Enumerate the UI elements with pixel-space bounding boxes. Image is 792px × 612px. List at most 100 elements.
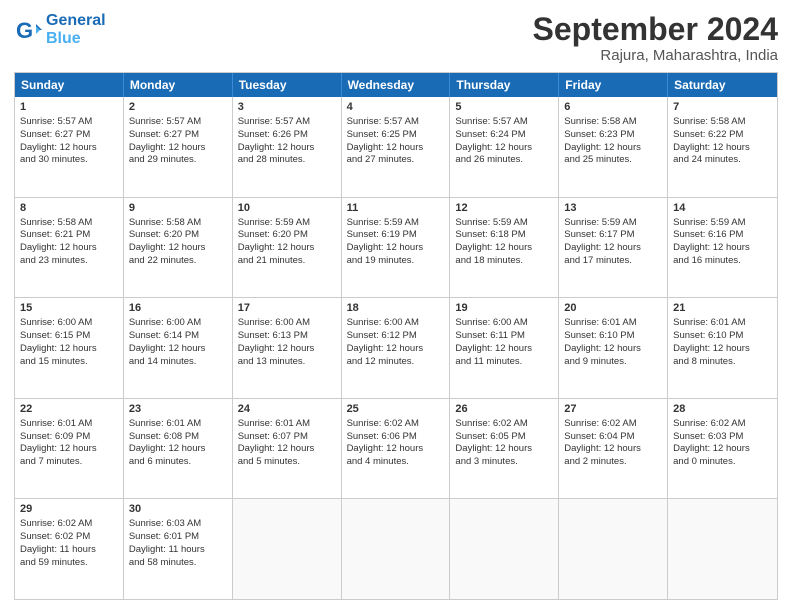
day-cell-14: 14Sunrise: 5:59 AMSunset: 6:16 PMDayligh…	[668, 198, 777, 298]
calendar-week-2: 8Sunrise: 5:58 AMSunset: 6:21 PMDaylight…	[15, 198, 777, 299]
day-info-line: Sunset: 6:27 PM	[129, 129, 227, 142]
header-day-thursday: Thursday	[450, 73, 559, 97]
day-info-line: Daylight: 12 hours	[347, 142, 445, 155]
day-info-line: Sunrise: 5:59 AM	[455, 217, 553, 230]
day-number: 4	[347, 100, 445, 115]
day-info-line: Sunrise: 5:59 AM	[564, 217, 662, 230]
day-info-line: and 16 minutes.	[673, 255, 772, 268]
day-number: 21	[673, 301, 772, 316]
day-number: 2	[129, 100, 227, 115]
day-info-line: Daylight: 12 hours	[20, 443, 118, 456]
day-info-line: and 58 minutes.	[129, 557, 227, 570]
day-info-line: Sunset: 6:26 PM	[238, 129, 336, 142]
day-info-line: Daylight: 12 hours	[455, 242, 553, 255]
day-number: 6	[564, 100, 662, 115]
day-number: 18	[347, 301, 445, 316]
day-cell-2: 2Sunrise: 5:57 AMSunset: 6:27 PMDaylight…	[124, 97, 233, 197]
day-number: 15	[20, 301, 118, 316]
day-cell-7: 7Sunrise: 5:58 AMSunset: 6:22 PMDaylight…	[668, 97, 777, 197]
day-info-line: Sunrise: 6:00 AM	[347, 317, 445, 330]
day-info-line: and 0 minutes.	[673, 456, 772, 469]
day-info-line: and 30 minutes.	[20, 154, 118, 167]
day-cell-9: 9Sunrise: 5:58 AMSunset: 6:20 PMDaylight…	[124, 198, 233, 298]
day-info-line: Sunset: 6:10 PM	[564, 330, 662, 343]
title-block: September 2024 Rajura, Maharashtra, Indi…	[533, 12, 778, 64]
day-info-line: Daylight: 12 hours	[129, 242, 227, 255]
day-info-line: Sunrise: 6:02 AM	[347, 418, 445, 431]
header-day-tuesday: Tuesday	[233, 73, 342, 97]
day-info-line: Sunset: 6:13 PM	[238, 330, 336, 343]
day-info-line: Sunrise: 5:57 AM	[129, 116, 227, 129]
empty-cell	[668, 499, 777, 599]
day-info-line: and 5 minutes.	[238, 456, 336, 469]
day-info-line: Sunrise: 6:01 AM	[238, 418, 336, 431]
day-info-line: Sunrise: 5:59 AM	[347, 217, 445, 230]
day-info-line: Daylight: 12 hours	[238, 443, 336, 456]
day-number: 22	[20, 402, 118, 417]
day-info-line: and 28 minutes.	[238, 154, 336, 167]
header-day-friday: Friday	[559, 73, 668, 97]
page-subtitle: Rajura, Maharashtra, India	[533, 47, 778, 64]
day-number: 3	[238, 100, 336, 115]
day-number: 28	[673, 402, 772, 417]
logo-text: General Blue	[46, 12, 106, 49]
day-info-line: Sunrise: 5:59 AM	[238, 217, 336, 230]
day-info-line: and 3 minutes.	[455, 456, 553, 469]
day-cell-13: 13Sunrise: 5:59 AMSunset: 6:17 PMDayligh…	[559, 198, 668, 298]
empty-cell	[450, 499, 559, 599]
day-cell-1: 1Sunrise: 5:57 AMSunset: 6:27 PMDaylight…	[15, 97, 124, 197]
day-number: 24	[238, 402, 336, 417]
day-info-line: Sunrise: 5:58 AM	[20, 217, 118, 230]
day-info-line: and 13 minutes.	[238, 356, 336, 369]
day-info-line: and 19 minutes.	[347, 255, 445, 268]
day-number: 17	[238, 301, 336, 316]
day-info-line: Sunset: 6:15 PM	[20, 330, 118, 343]
day-cell-20: 20Sunrise: 6:01 AMSunset: 6:10 PMDayligh…	[559, 298, 668, 398]
day-number: 14	[673, 201, 772, 216]
calendar-week-4: 22Sunrise: 6:01 AMSunset: 6:09 PMDayligh…	[15, 399, 777, 500]
day-info-line: Daylight: 12 hours	[673, 443, 772, 456]
svg-text:G: G	[16, 18, 33, 43]
day-cell-4: 4Sunrise: 5:57 AMSunset: 6:25 PMDaylight…	[342, 97, 451, 197]
day-number: 29	[20, 502, 118, 517]
empty-cell	[342, 499, 451, 599]
day-info-line: Sunrise: 6:00 AM	[455, 317, 553, 330]
day-number: 8	[20, 201, 118, 216]
day-cell-26: 26Sunrise: 6:02 AMSunset: 6:05 PMDayligh…	[450, 399, 559, 499]
day-cell-25: 25Sunrise: 6:02 AMSunset: 6:06 PMDayligh…	[342, 399, 451, 499]
calendar-week-5: 29Sunrise: 6:02 AMSunset: 6:02 PMDayligh…	[15, 499, 777, 599]
day-info-line: Sunrise: 6:02 AM	[455, 418, 553, 431]
day-info-line: Sunset: 6:27 PM	[20, 129, 118, 142]
day-info-line: Sunrise: 6:00 AM	[20, 317, 118, 330]
logo-general: General	[46, 12, 106, 29]
day-info-line: Sunset: 6:09 PM	[20, 431, 118, 444]
day-info-line: and 18 minutes.	[455, 255, 553, 268]
day-info-line: and 22 minutes.	[129, 255, 227, 268]
page-title: September 2024	[533, 12, 778, 47]
day-info-line: Sunset: 6:16 PM	[673, 229, 772, 242]
empty-cell	[233, 499, 342, 599]
day-info-line: Sunrise: 6:01 AM	[129, 418, 227, 431]
day-info-line: and 26 minutes.	[455, 154, 553, 167]
day-info-line: Daylight: 12 hours	[564, 443, 662, 456]
day-info-line: Sunrise: 6:03 AM	[129, 518, 227, 531]
day-info-line: Sunset: 6:25 PM	[347, 129, 445, 142]
day-cell-8: 8Sunrise: 5:58 AMSunset: 6:21 PMDaylight…	[15, 198, 124, 298]
day-info-line: Sunset: 6:20 PM	[238, 229, 336, 242]
day-info-line: Daylight: 12 hours	[564, 343, 662, 356]
day-info-line: Sunrise: 6:02 AM	[564, 418, 662, 431]
header: G General Blue September 2024 Rajura, Ma…	[14, 12, 778, 64]
logo-blue: Blue	[46, 30, 106, 48]
day-info-line: Daylight: 12 hours	[20, 242, 118, 255]
logo: G General Blue	[14, 12, 106, 49]
header-day-wednesday: Wednesday	[342, 73, 451, 97]
day-info-line: and 24 minutes.	[673, 154, 772, 167]
day-cell-18: 18Sunrise: 6:00 AMSunset: 6:12 PMDayligh…	[342, 298, 451, 398]
day-info-line: Sunset: 6:10 PM	[673, 330, 772, 343]
logo-icon: G	[14, 16, 42, 44]
day-number: 16	[129, 301, 227, 316]
day-info-line: Daylight: 12 hours	[673, 142, 772, 155]
day-info-line: Sunrise: 5:57 AM	[20, 116, 118, 129]
day-info-line: Sunset: 6:17 PM	[564, 229, 662, 242]
day-info-line: Daylight: 12 hours	[673, 242, 772, 255]
